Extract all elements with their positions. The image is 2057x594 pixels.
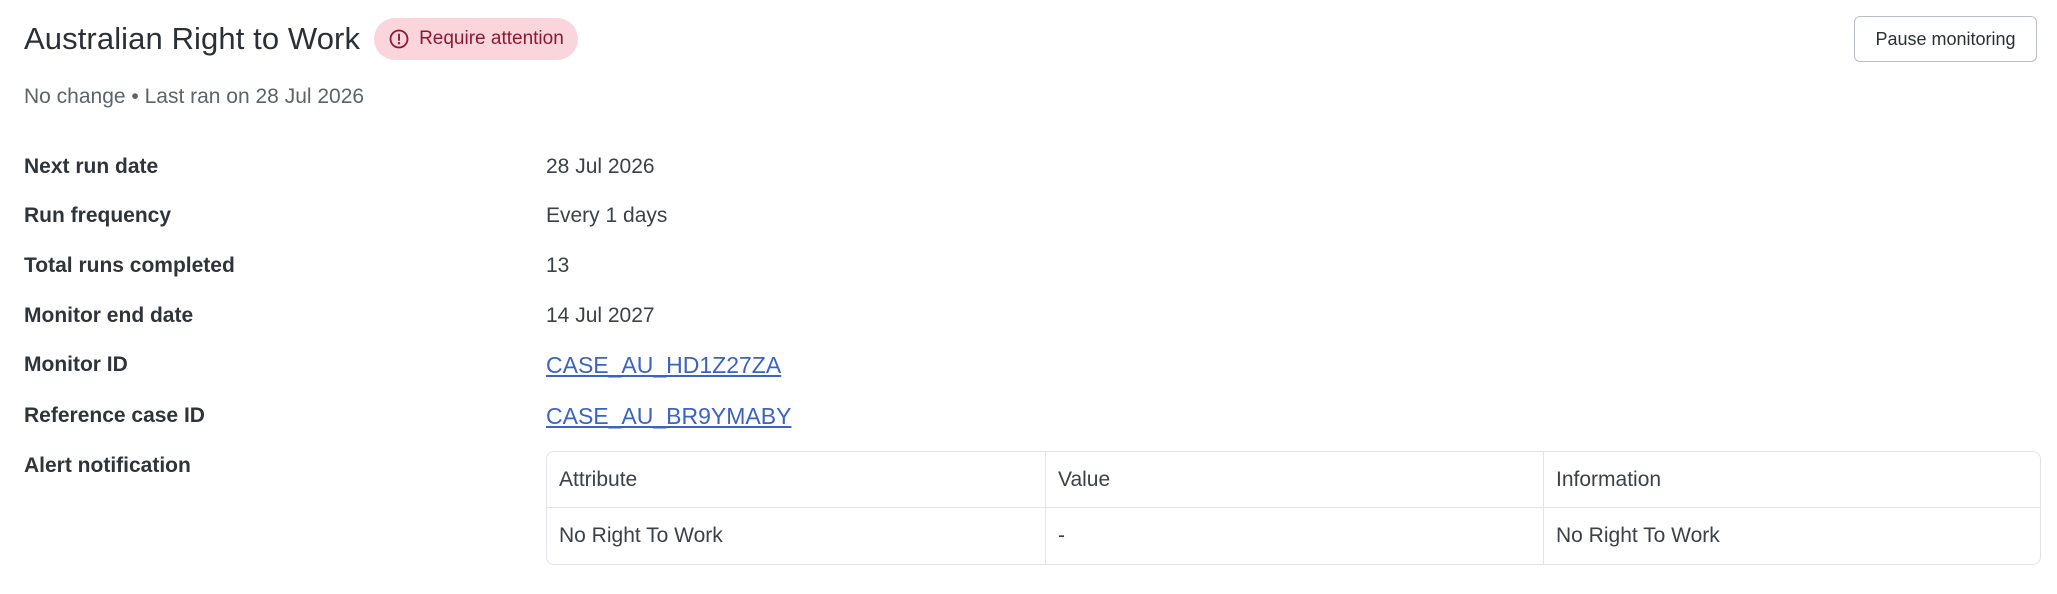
run-frequency-label: Run frequency [24, 204, 172, 227]
run-status-subtitle: No change • Last ran on 28 Jul 2026 [24, 85, 365, 108]
monitor-id-label: Monitor ID [24, 353, 128, 376]
column-header-information: Information [1543, 452, 2040, 508]
status-badge: Require attention [374, 18, 578, 60]
monitor-end-date-value: 14 Jul 2027 [546, 304, 655, 327]
monitor-detail-page: Australian Right to Work Require attenti… [0, 0, 2057, 594]
monitor-id-link[interactable]: CASE_AU_HD1Z27ZA [546, 352, 781, 379]
alert-notification-label: Alert notification [24, 454, 191, 477]
next-run-date-value: 28 Jul 2026 [546, 155, 655, 178]
total-runs-value: 13 [546, 254, 570, 277]
table-row: No Right To Work - No Right To Work [547, 508, 2040, 564]
alert-circle-icon [388, 28, 410, 50]
run-frequency-value: Every 1 days [546, 204, 668, 227]
reference-case-id-label: Reference case ID [24, 404, 205, 427]
next-run-date-label: Next run date [24, 155, 159, 178]
total-runs-label: Total runs completed [24, 254, 235, 277]
pause-monitoring-button[interactable]: Pause monitoring [1854, 16, 2037, 62]
monitor-end-date-label: Monitor end date [24, 304, 194, 327]
table-header-row: Attribute Value Information [547, 452, 2040, 508]
page-header: Australian Right to Work Require attenti… [24, 18, 578, 60]
table-cell-information: No Right To Work [1543, 508, 2040, 564]
alert-notification-table: Attribute Value Information No Right To … [546, 451, 2041, 565]
table-cell-value: - [1045, 508, 1543, 564]
status-badge-label: Require attention [419, 28, 564, 49]
reference-case-id-link[interactable]: CASE_AU_BR9YMABY [546, 403, 791, 430]
column-header-value: Value [1045, 452, 1543, 508]
page-title: Australian Right to Work [24, 21, 361, 56]
table-cell-attribute: No Right To Work [559, 524, 723, 547]
column-header-attribute: Attribute [547, 452, 1045, 508]
